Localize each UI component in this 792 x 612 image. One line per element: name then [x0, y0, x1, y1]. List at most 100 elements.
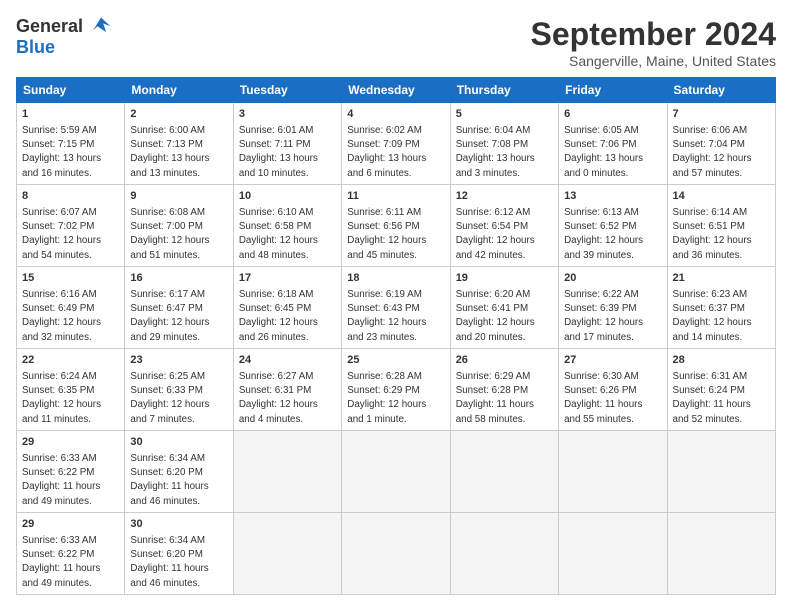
calendar: SundayMondayTuesdayWednesdayThursdayFrid… — [16, 77, 776, 595]
calendar-cell: 14 Sunrise: 6:14 AMSunset: 6:51 PMDayligh… — [667, 185, 775, 267]
calendar-cell: 20Sunrise: 6:22 AMSunset: 6:39 PMDayligh… — [559, 267, 667, 349]
day-number: 21 — [673, 271, 770, 286]
weekday-header-row: SundayMondayTuesdayWednesdayThursdayFrid… — [17, 78, 776, 103]
calendar-cell: 8Sunrise: 6:07 AMSunset: 7:02 PMDaylight… — [17, 185, 125, 267]
calendar-cell: 3Sunrise: 6:01 AMSunset: 7:11 PMDaylight… — [233, 103, 341, 185]
day-info: Sunrise: 6:18 AMSunset: 6:45 PMDaylight:… — [239, 289, 318, 343]
calendar-cell: 21Sunrise: 6:23 AMSunset: 6:37 PMDayligh… — [667, 267, 775, 349]
day-number: 20 — [564, 271, 661, 286]
day-info: Sunrise: 6:17 AMSunset: 6:47 PMDaylight:… — [130, 289, 209, 343]
logo: General Blue — [16, 16, 112, 58]
calendar-cell — [667, 513, 775, 595]
calendar-cell: 25Sunrise: 6:28 AMSunset: 6:29 PMDayligh… — [342, 349, 450, 431]
day-info: Sunrise: 6:33 AMSunset: 6:22 PMDaylight:… — [22, 535, 100, 589]
day-number: 26 — [456, 353, 553, 368]
calendar-cell — [342, 431, 450, 513]
day-number: 14 — [673, 189, 770, 204]
day-number: 29 — [22, 435, 119, 450]
day-info: Sunrise: 6:06 AMSunset: 7:04 PMDaylight:… — [673, 125, 752, 179]
calendar-cell — [450, 431, 558, 513]
calendar-cell: 29 Sunrise: 6:33 AMSunset: 6:22 PMDayligh… — [17, 431, 125, 513]
day-info: Sunrise: 6:25 AMSunset: 6:33 PMDaylight:… — [130, 371, 209, 425]
day-info: Sunrise: 6:13 AMSunset: 6:52 PMDaylight:… — [564, 207, 643, 261]
day-number: 8 — [22, 189, 119, 204]
page-title: September 2024 — [531, 16, 776, 53]
calendar-cell: 15Sunrise: 6:16 AMSunset: 6:49 PMDayligh… — [17, 267, 125, 349]
day-info: Sunrise: 6:14 AMSunset: 6:51 PMDaylight:… — [673, 207, 752, 261]
calendar-cell: 16Sunrise: 6:17 AMSunset: 6:47 PMDayligh… — [125, 267, 233, 349]
weekday-saturday: Saturday — [667, 78, 775, 103]
day-number: 30 — [130, 435, 227, 450]
logo-bird-icon — [90, 16, 112, 38]
day-info: Sunrise: 6:05 AMSunset: 7:06 PMDaylight:… — [564, 125, 643, 179]
day-number: 1 — [22, 107, 119, 122]
day-number: 5 — [456, 107, 553, 122]
page-subtitle: Sangerville, Maine, United States — [531, 53, 776, 69]
day-info: Sunrise: 6:04 AMSunset: 7:08 PMDaylight:… — [456, 125, 535, 179]
calendar-cell: 17Sunrise: 6:18 AMSunset: 6:45 PMDayligh… — [233, 267, 341, 349]
weekday-wednesday: Wednesday — [342, 78, 450, 103]
calendar-cell: 4 Sunrise: 6:02 AMSunset: 7:09 PMDaylight… — [342, 103, 450, 185]
logo-blue: Blue — [16, 38, 112, 58]
day-info: Sunrise: 6:24 AMSunset: 6:35 PMDaylight:… — [22, 371, 101, 425]
calendar-cell: 11Sunrise: 6:11 AMSunset: 6:56 PMDayligh… — [342, 185, 450, 267]
day-number: 30 — [130, 517, 227, 532]
day-info: Sunrise: 6:02 AMSunset: 7:09 PMDaylight:… — [347, 125, 426, 179]
day-number: 7 — [673, 107, 770, 122]
calendar-cell: 27Sunrise: 6:30 AMSunset: 6:26 PMDayligh… — [559, 349, 667, 431]
weekday-tuesday: Tuesday — [233, 78, 341, 103]
week-row: 29 Sunrise: 6:33 AMSunset: 6:22 PMDayligh… — [17, 431, 776, 513]
weekday-thursday: Thursday — [450, 78, 558, 103]
calendar-cell — [559, 513, 667, 595]
day-number: 11 — [347, 189, 444, 204]
week-row: 1 Sunrise: 5:59 AMSunset: 7:15 PMDaylight… — [17, 103, 776, 185]
calendar-cell: 23 Sunrise: 6:25 AMSunset: 6:33 PMDayligh… — [125, 349, 233, 431]
calendar-cell — [559, 431, 667, 513]
calendar-cell: 22Sunrise: 6:24 AMSunset: 6:35 PMDayligh… — [17, 349, 125, 431]
day-info: Sunrise: 6:10 AMSunset: 6:58 PMDaylight:… — [239, 207, 318, 261]
day-number: 29 — [22, 517, 119, 532]
day-number: 13 — [564, 189, 661, 204]
calendar-cell: 9Sunrise: 6:08 AMSunset: 7:00 PMDaylight… — [125, 185, 233, 267]
calendar-cell: 6 Sunrise: 6:05 AMSunset: 7:06 PMDaylight… — [559, 103, 667, 185]
calendar-cell: 26 Sunrise: 6:29 AMSunset: 6:28 PMDayligh… — [450, 349, 558, 431]
day-info: Sunrise: 6:34 AMSunset: 6:20 PMDaylight:… — [130, 535, 208, 589]
day-info: Sunrise: 6:00 AMSunset: 7:13 PMDaylight:… — [130, 125, 209, 179]
day-info: Sunrise: 6:29 AMSunset: 6:28 PMDaylight:… — [456, 371, 534, 425]
calendar-cell: 28Sunrise: 6:31 AMSunset: 6:24 PMDayligh… — [667, 349, 775, 431]
calendar-cell: 19Sunrise: 6:20 AMSunset: 6:41 PMDayligh… — [450, 267, 558, 349]
calendar-cell: 5 Sunrise: 6:04 AMSunset: 7:08 PMDaylight… — [450, 103, 558, 185]
week-row: 8Sunrise: 6:07 AMSunset: 7:02 PMDaylight… — [17, 185, 776, 267]
calendar-cell: 30Sunrise: 6:34 AMSunset: 6:20 PMDayligh… — [125, 431, 233, 513]
header: General Blue September 2024 Sangerville,… — [16, 16, 776, 69]
weekday-monday: Monday — [125, 78, 233, 103]
calendar-cell: 24Sunrise: 6:27 AMSunset: 6:31 PMDayligh… — [233, 349, 341, 431]
calendar-cell: 30 Sunrise: 6:34 AMSunset: 6:20 PMDayligh… — [125, 513, 233, 595]
day-info: Sunrise: 6:19 AMSunset: 6:43 PMDaylight:… — [347, 289, 426, 343]
day-number: 23 — [130, 353, 227, 368]
day-number: 27 — [564, 353, 661, 368]
calendar-cell — [450, 513, 558, 595]
calendar-cell — [233, 513, 341, 595]
day-number: 6 — [564, 107, 661, 122]
calendar-cell: 29 Sunrise: 6:33 AMSunset: 6:22 PMDayligh… — [17, 513, 125, 595]
week-row: 15Sunrise: 6:16 AMSunset: 6:49 PMDayligh… — [17, 267, 776, 349]
day-info: Sunrise: 6:31 AMSunset: 6:24 PMDaylight:… — [673, 371, 751, 425]
day-number: 2 — [130, 107, 227, 122]
day-info: Sunrise: 6:16 AMSunset: 6:49 PMDaylight:… — [22, 289, 101, 343]
calendar-cell — [342, 513, 450, 595]
day-number: 10 — [239, 189, 336, 204]
day-info: Sunrise: 5:59 AMSunset: 7:15 PMDaylight:… — [22, 125, 101, 179]
day-number: 18 — [347, 271, 444, 286]
weekday-friday: Friday — [559, 78, 667, 103]
day-info: Sunrise: 6:12 AMSunset: 6:54 PMDaylight:… — [456, 207, 535, 261]
day-info: Sunrise: 6:27 AMSunset: 6:31 PMDaylight:… — [239, 371, 318, 425]
day-number: 9 — [130, 189, 227, 204]
day-number: 25 — [347, 353, 444, 368]
day-number: 4 — [347, 107, 444, 122]
day-info: Sunrise: 6:33 AMSunset: 6:22 PMDaylight:… — [22, 453, 100, 507]
week-row: 29 Sunrise: 6:33 AMSunset: 6:22 PMDayligh… — [17, 513, 776, 595]
calendar-cell: 2 Sunrise: 6:00 AMSunset: 7:13 PMDaylight… — [125, 103, 233, 185]
calendar-cell: 18 Sunrise: 6:19 AMSunset: 6:43 PMDayligh… — [342, 267, 450, 349]
calendar-cell: 12Sunrise: 6:12 AMSunset: 6:54 PMDayligh… — [450, 185, 558, 267]
